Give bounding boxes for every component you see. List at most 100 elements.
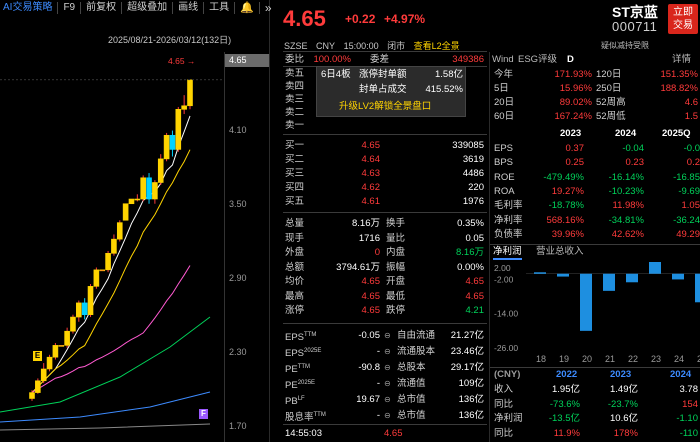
table-header: (CNY) bbox=[494, 369, 521, 380]
fund-label: 自由流通 bbox=[397, 330, 436, 341]
tab-esg[interactable]: ESG评级 bbox=[518, 54, 557, 66]
candle-body bbox=[76, 302, 82, 318]
chart-toolbar: AI交易策略 F9 前复权 超级叠加 画线 工具 🔔 » bbox=[0, 0, 272, 16]
stat-value: 0.35% bbox=[457, 218, 484, 229]
board-streak: 6日4板 bbox=[321, 69, 351, 80]
view-l2-link[interactable]: 查看L2全景 bbox=[414, 41, 460, 51]
trade-btn-line2: 交易 bbox=[673, 20, 693, 31]
chevron-double-right-icon[interactable]: » bbox=[260, 2, 277, 14]
bid-label: 买四 bbox=[285, 182, 305, 193]
date-range-label: 2025/08/21-2026/03/12(132日) bbox=[108, 35, 232, 45]
fin-value: 568.16% bbox=[546, 214, 584, 226]
perf-label: 52周低 bbox=[596, 111, 626, 122]
upgrade-lv2-button[interactable]: 升级LV2解锁全景盘口 bbox=[339, 100, 431, 113]
tools-button[interactable]: 工具 bbox=[204, 2, 236, 14]
axis-tick: 3.50 bbox=[229, 199, 247, 209]
kline-canvas[interactable] bbox=[0, 52, 224, 442]
ma250-line bbox=[0, 423, 211, 431]
stat-value: 0.00% bbox=[457, 261, 484, 273]
perf-value: 4.6 bbox=[684, 97, 698, 108]
tab-revenue[interactable]: 营业总收入 bbox=[536, 246, 584, 258]
fin-year-header: 2025Q bbox=[662, 128, 691, 139]
table-value: 154 bbox=[682, 398, 698, 410]
stat-label: 最低 bbox=[386, 290, 406, 302]
bid-price[interactable]: 4.63 bbox=[350, 167, 381, 180]
candle-body bbox=[128, 198, 135, 205]
candle-body bbox=[105, 253, 111, 271]
table-value: 1.49亿 bbox=[610, 384, 638, 395]
stat-label: 量比 bbox=[386, 232, 406, 244]
candle-body bbox=[181, 105, 187, 110]
fin-label: ROA bbox=[494, 185, 515, 197]
overlay-button[interactable]: 超级叠加 bbox=[122, 2, 174, 14]
perf-label: 52周高 bbox=[596, 97, 626, 108]
bid-price[interactable]: 4.64 bbox=[350, 153, 381, 166]
fin-value: 0.37 bbox=[565, 143, 585, 154]
fin-value: -18.78% bbox=[548, 200, 584, 212]
fund-label: 流通股本 bbox=[397, 346, 436, 357]
info-icon: ⊖ bbox=[384, 395, 391, 404]
price-axis: 4.65 4.10 3.50 2.90 2.30 1.70 bbox=[224, 52, 270, 442]
fin-label: EPS bbox=[494, 143, 514, 154]
currency-label: CNY bbox=[316, 41, 336, 51]
fin-year-header: 2024 bbox=[615, 128, 637, 139]
table-value: -73.6% bbox=[549, 398, 580, 410]
stat-value: 4.65 bbox=[465, 276, 485, 287]
perf-label: 120日 bbox=[596, 69, 622, 80]
fund-value: 23.46亿 bbox=[450, 346, 484, 357]
adjust-button[interactable]: 前复权 bbox=[81, 2, 123, 14]
axis-tick: 2.30 bbox=[229, 347, 247, 357]
candle-body bbox=[111, 238, 117, 254]
fund-label-text: PB bbox=[285, 396, 298, 408]
trade-now-button[interactable]: 立即 交易 bbox=[668, 4, 698, 34]
fin-label: 负债率 bbox=[494, 228, 523, 240]
profit-bar bbox=[534, 272, 546, 274]
draw-line-button[interactable]: 画线 bbox=[173, 2, 205, 14]
fund-label: PETTM bbox=[285, 361, 310, 375]
limit-up-popup: 6日4板 涨停封单额 1.58亿 封单占成交 415.52% 升级LV2解锁全景… bbox=[316, 66, 466, 117]
bell-icon[interactable]: 🔔 bbox=[235, 2, 260, 14]
tick-price: 4.65 bbox=[384, 428, 403, 439]
event-badge-e[interactable]: E bbox=[33, 351, 42, 361]
info-icon: ⊖ bbox=[384, 379, 391, 388]
candle-body bbox=[134, 198, 141, 201]
bid-price[interactable]: 4.65 bbox=[350, 139, 381, 152]
table-header: 2022 bbox=[556, 369, 578, 380]
f9-button[interactable]: F9 bbox=[58, 2, 82, 14]
esg-grade: D bbox=[567, 54, 574, 65]
tab-wind[interactable]: Wind bbox=[492, 54, 514, 66]
fund-value: 21.27亿 bbox=[450, 330, 484, 341]
stat-label: 均价 bbox=[285, 276, 305, 287]
event-badge-f[interactable]: F bbox=[199, 409, 208, 419]
fund-label: PBLF bbox=[285, 393, 305, 408]
tab-net-profit[interactable]: 净利润 bbox=[493, 246, 522, 260]
fin-value: -0.04 bbox=[622, 143, 644, 154]
table-row-label: 同比 bbox=[494, 427, 514, 439]
bar-x-label: 20 bbox=[582, 354, 592, 364]
last-price: 4.65 bbox=[283, 6, 326, 31]
fund-label: 流通值 bbox=[397, 378, 426, 389]
ai-strategy-button[interactable]: AI交易策略 bbox=[0, 2, 59, 14]
candle-body bbox=[46, 356, 53, 370]
perf-label: 20日 bbox=[494, 97, 515, 108]
bid-price[interactable]: 4.61 bbox=[350, 195, 381, 208]
bid-label: 买五 bbox=[285, 196, 305, 207]
bid-label: 买三 bbox=[285, 168, 305, 179]
table-value: -23.7% bbox=[607, 398, 638, 410]
perf-value: 1.5 bbox=[684, 111, 698, 122]
fund-label-sup: 2025E bbox=[304, 348, 322, 354]
fin-value: 0.23 bbox=[625, 157, 645, 169]
stat-value: 8.16万 bbox=[456, 247, 484, 258]
profit-bar bbox=[626, 273, 638, 283]
perf-value: 15.96% bbox=[559, 83, 592, 94]
info-icon: ⊖ bbox=[384, 347, 391, 356]
seal-amount-value: 1.58亿 bbox=[435, 69, 463, 80]
net-profit-bar-chart[interactable]: 2.00-2.00-14.00-26.001819202122232425 bbox=[490, 262, 700, 366]
candle-body bbox=[58, 345, 65, 347]
detail-link[interactable]: 详情 bbox=[672, 54, 691, 66]
stat-label: 总量 bbox=[285, 218, 305, 229]
bid-price[interactable]: 4.62 bbox=[350, 181, 381, 194]
candle-body bbox=[52, 345, 59, 358]
bar-x-label: 23 bbox=[651, 354, 661, 364]
bar-axis-tick: -2.00 bbox=[494, 274, 514, 284]
